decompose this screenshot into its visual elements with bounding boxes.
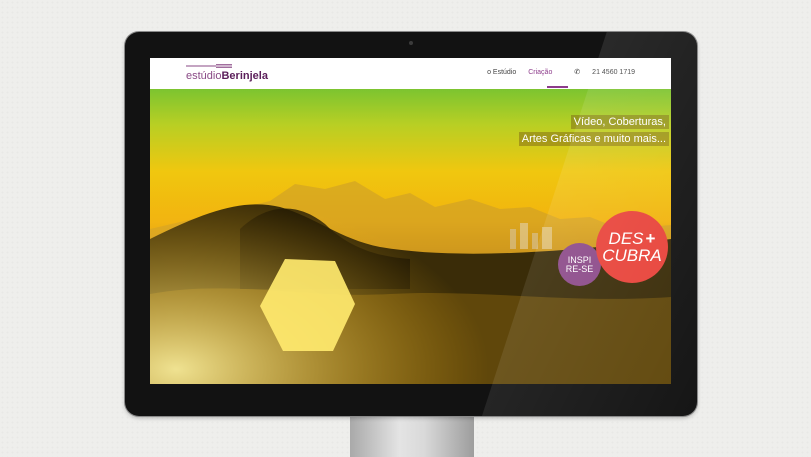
monitor-bezel: estúdioBerinjela o Estúdio Criação ✆ 21 4… [125, 32, 697, 416]
inspire-se-button[interactable]: INSPI RE-SE [558, 243, 601, 286]
logo-text-light: estúdio [186, 70, 222, 82]
discover-label-line-2: CUBRA [602, 246, 662, 265]
monitor-stand [350, 412, 474, 457]
hero-banner: Vídeo, Coberturas, Artes Gráficas e muit… [150, 89, 671, 384]
descubra-button[interactable]: DES + CUBRA [596, 211, 668, 283]
inspire-label-line-2: RE-SE [565, 263, 594, 274]
nav-phone[interactable]: ✆ 21 4560 1719 [564, 69, 635, 76]
phone-icon: ✆ [574, 69, 581, 76]
main-nav: o Estúdio Criação ✆ 21 4560 1719 [477, 68, 635, 76]
logo-text-bold: Berinjela [221, 70, 268, 82]
site-header: estúdioBerinjela o Estúdio Criação ✆ 21 4… [150, 58, 671, 89]
fork-logo-icon [186, 64, 232, 68]
site-logo[interactable]: estúdioBerinjela [186, 70, 268, 82]
website-screen: estúdioBerinjela o Estúdio Criação ✆ 21 4… [150, 58, 671, 384]
nav-item-criacao[interactable]: Criação [528, 69, 552, 76]
nav-active-indicator [547, 86, 568, 88]
nav-item-o-estudio[interactable]: o Estúdio [487, 69, 516, 76]
discover-label-line-1: DES + [609, 230, 656, 247]
phone-number: 21 4560 1719 [592, 69, 635, 76]
webcam-dot [409, 41, 413, 45]
hero-tagline-line-1: Vídeo, Coberturas, [570, 115, 669, 129]
hero-tagline-line-2: Artes Gráficas e muito mais... [518, 132, 669, 146]
